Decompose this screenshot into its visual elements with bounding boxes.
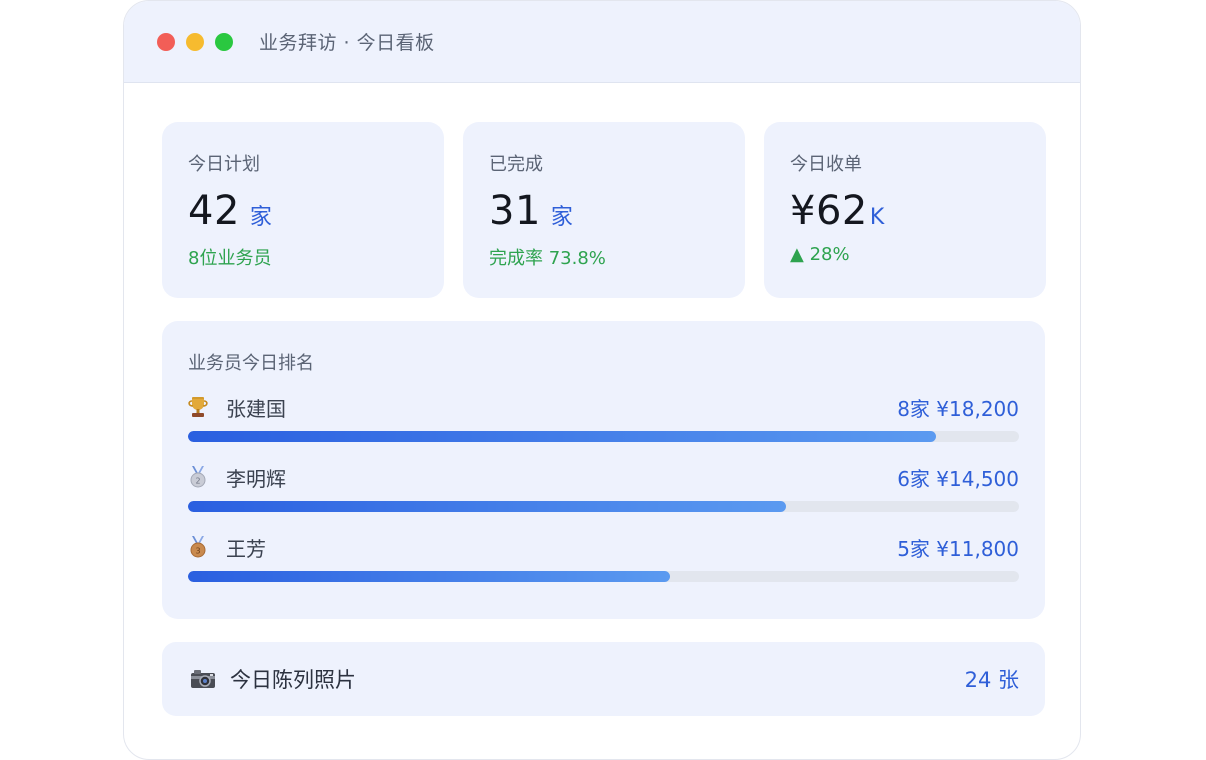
svg-text:2: 2 [195,477,200,486]
rank-name: 李明辉 [226,466,286,491]
stat-unit: 家 [249,205,272,230]
ranking-title: 业务员今日排名 [188,353,314,374]
stat-value: ¥62 [790,188,868,234]
rank-name: 张建国 [226,396,286,421]
bronze-medal-icon: 3 [190,536,206,558]
photos-card[interactable]: 今日陈列照片 24 张 [162,642,1045,716]
stat-unit: 家 [550,205,573,230]
stat-label: 今日计划 [188,154,260,175]
maximize-button[interactable] [215,32,233,51]
rank-value: 8家 ¥18,200 [897,396,1019,421]
rank-name: 王芳 [226,536,266,561]
stat-subtext: 8位业务员 [188,248,272,269]
progress-track [188,571,1019,582]
rank-item[interactable]: 2 李明辉 6家 ¥14,500 [188,459,1019,529]
progress-track [188,431,1019,442]
stat-unit: K [869,205,885,230]
progress-fill [188,571,670,582]
stat-value: 42 [188,188,240,234]
photos-count: 24 张 [964,668,1019,692]
stats-row: 今日计划 42 家 8位业务员 已完成 31 家 完成率 73.8% 今日收单 … [162,122,1046,298]
svg-text:3: 3 [195,547,200,556]
stat-label: 今日收单 [790,154,862,175]
window-title: 业务拜访 · 今日看板 [259,32,435,54]
photos-label: 今日陈列照片 [230,668,356,692]
stat-subtext: 完成率 73.8% [489,248,606,269]
progress-fill [188,501,787,512]
title-bar: 业务拜访 · 今日看板 [124,1,1080,83]
stat-card-done: 已完成 31 家 完成率 73.8% [463,122,745,298]
trophy-icon [188,397,208,417]
stat-subtext: ▲ 28% [790,244,850,265]
camera-icon [191,670,215,688]
stat-card-revenue: 今日收单 ¥62 K ▲ 28% [764,122,1046,298]
rank-item[interactable]: 3 王芳 5家 ¥11,800 [188,529,1019,599]
stat-label: 已完成 [489,154,543,175]
progress-fill [188,431,936,442]
stat-card-plan: 今日计划 42 家 8位业务员 [162,122,444,298]
silver-medal-icon: 2 [190,466,206,488]
rank-item[interactable]: 张建国 8家 ¥18,200 [188,389,1019,459]
rank-value: 6家 ¥14,500 [897,466,1019,491]
rank-value: 5家 ¥11,800 [897,536,1019,561]
minimize-button[interactable] [186,32,204,51]
dashboard-window: 业务拜访 · 今日看板 今日计划 42 家 8位业务员 已完成 31 家 完成率… [123,0,1081,760]
progress-track [188,501,1019,512]
ranking-card: 业务员今日排名 张建国 8家 ¥18,200 2 李明辉 6家 ¥14,500 … [162,321,1045,619]
stat-value: 31 [489,188,541,234]
close-button[interactable] [157,32,175,51]
